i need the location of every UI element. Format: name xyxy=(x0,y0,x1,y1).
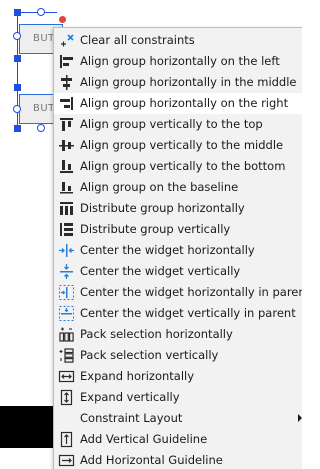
menu-item-clear-all-constraints[interactable]: Clear all constraints xyxy=(54,30,302,51)
menu-item-constraint-layout[interactable]: Constraint Layout xyxy=(54,408,302,429)
menu-item-center-the-widget-horizontally-in-parent[interactable]: Center the widget horizontally in parent xyxy=(54,282,302,303)
horizontal-guideline-icon xyxy=(58,454,75,467)
vertical-guideline-icon xyxy=(60,431,73,448)
menu-item-label: Clear all constraints xyxy=(80,33,195,47)
button-widget-label: BUT xyxy=(33,103,55,114)
clear-constraints-icon xyxy=(61,34,74,47)
dark-panel xyxy=(0,406,54,448)
align-bottom-icon xyxy=(60,160,73,173)
selection-guide-line xyxy=(17,12,18,132)
menu-item-label: Pack selection horizontally xyxy=(80,327,233,341)
menu-item-pack-selection-horizontally[interactable]: Pack selection horizontally xyxy=(54,324,302,345)
align-center-icon xyxy=(61,75,72,90)
menu-item-label: Center the widget vertically xyxy=(80,264,241,278)
menu-item-align-group-horizontally-on-the-left[interactable]: Align group horizontally on the left xyxy=(54,51,302,72)
center-vertical-parent-icon xyxy=(59,306,74,321)
menu-item-label: Distribute group vertically xyxy=(80,222,231,236)
menu-item-label: Align group horizontally on the left xyxy=(80,54,280,68)
center-horizontal-icon xyxy=(59,244,74,257)
menu-item-label: Center the widget vertically in parent xyxy=(80,306,296,320)
resize-handle[interactable] xyxy=(14,55,21,62)
menu-item-label: Expand vertically xyxy=(80,390,180,404)
menu-item-label: Distribute group horizontally xyxy=(80,201,245,215)
menu-item-align-group-on-the-baseline[interactable]: Align group on the baseline xyxy=(54,177,302,198)
menu-item-label: Align group horizontally in the middle xyxy=(80,75,297,89)
menu-item-label: Align group vertically to the middle xyxy=(80,138,284,152)
menu-item-label: Center the widget horizontally in parent xyxy=(80,285,302,299)
menu-item-expand-horizontally[interactable]: Expand horizontally xyxy=(54,366,302,387)
menu-item-pack-selection-vertically[interactable]: Pack selection vertically xyxy=(54,345,302,366)
menu-item-label: Constraint Layout xyxy=(80,411,183,425)
expand-horizontal-icon xyxy=(58,370,75,383)
button-widget-label: BUT xyxy=(33,33,55,44)
resize-handle[interactable] xyxy=(14,84,21,91)
resize-handle[interactable] xyxy=(14,125,21,132)
align-vertical-middle-icon xyxy=(59,140,74,151)
menu-item-align-group-horizontally-in-the-middle[interactable]: Align group horizontally in the middle xyxy=(54,72,302,93)
distribute-vertical-icon xyxy=(60,223,73,236)
menu-item-expand-vertically[interactable]: Expand vertically xyxy=(54,387,302,408)
menu-item-align-group-vertically-to-the-middle[interactable]: Align group vertically to the middle xyxy=(54,135,302,156)
warning-icon[interactable] xyxy=(59,16,66,23)
menu-item-label: Center the widget horizontally xyxy=(80,243,255,257)
menu-item-label: Expand horizontally xyxy=(80,369,195,383)
align-baseline-icon xyxy=(60,182,73,194)
menu-item-add-horizontal-guideline[interactable]: Add Horizontal Guideline xyxy=(54,450,302,469)
align-top-icon xyxy=(60,118,73,131)
distribute-horizontal-icon xyxy=(60,202,73,215)
menu-item-distribute-group-vertically[interactable]: Distribute group vertically xyxy=(54,219,302,240)
menu-item-label: Align group vertically to the top xyxy=(80,117,263,131)
menu-item-label: Align group vertically to the bottom xyxy=(80,159,286,173)
menu-item-center-the-widget-vertically[interactable]: Center the widget vertically xyxy=(54,261,302,282)
layout-editor-stage: BUT BUT Clear all constraints Align group… xyxy=(0,0,302,469)
menu-item-align-group-vertically-to-the-top[interactable]: Align group vertically to the top xyxy=(54,114,302,135)
align-left-icon xyxy=(60,55,73,68)
center-vertical-icon xyxy=(60,264,73,279)
expand-vertical-icon xyxy=(60,389,73,406)
menu-item-label: Align group on the baseline xyxy=(80,180,239,194)
align-right-icon xyxy=(60,97,73,110)
menu-item-distribute-group-horizontally[interactable]: Distribute group horizontally xyxy=(54,198,302,219)
center-horizontal-parent-icon xyxy=(59,285,74,300)
constraint-anchor[interactable] xyxy=(13,32,21,40)
menu-item-align-group-vertically-to-the-bottom[interactable]: Align group vertically to the bottom xyxy=(54,156,302,177)
menu-item-center-the-widget-vertically-in-parent[interactable]: Center the widget vertically in parent xyxy=(54,303,302,324)
pack-vertical-icon xyxy=(59,348,74,363)
resize-handle[interactable] xyxy=(14,9,21,16)
menu-item-align-group-horizontally-on-the-right[interactable]: Align group horizontally on the right xyxy=(54,93,302,114)
menu-item-label: Pack selection vertically xyxy=(80,348,219,362)
constraint-anchor[interactable] xyxy=(37,8,45,16)
menu-item-center-the-widget-horizontally[interactable]: Center the widget horizontally xyxy=(54,240,302,261)
context-menu: Clear all constraints Align group horizon… xyxy=(53,27,302,469)
menu-item-label: Add Vertical Guideline xyxy=(80,432,208,446)
constraint-anchor[interactable] xyxy=(13,105,21,113)
pack-horizontal-icon xyxy=(59,327,74,342)
menu-item-label: Align group horizontally on the right xyxy=(80,96,289,110)
menu-item-label: Add Horizontal Guideline xyxy=(80,453,223,467)
submenu-arrow-icon xyxy=(298,414,302,422)
constraint-anchor[interactable] xyxy=(37,124,45,132)
menu-item-add-vertical-guideline[interactable]: Add Vertical Guideline xyxy=(54,429,302,450)
